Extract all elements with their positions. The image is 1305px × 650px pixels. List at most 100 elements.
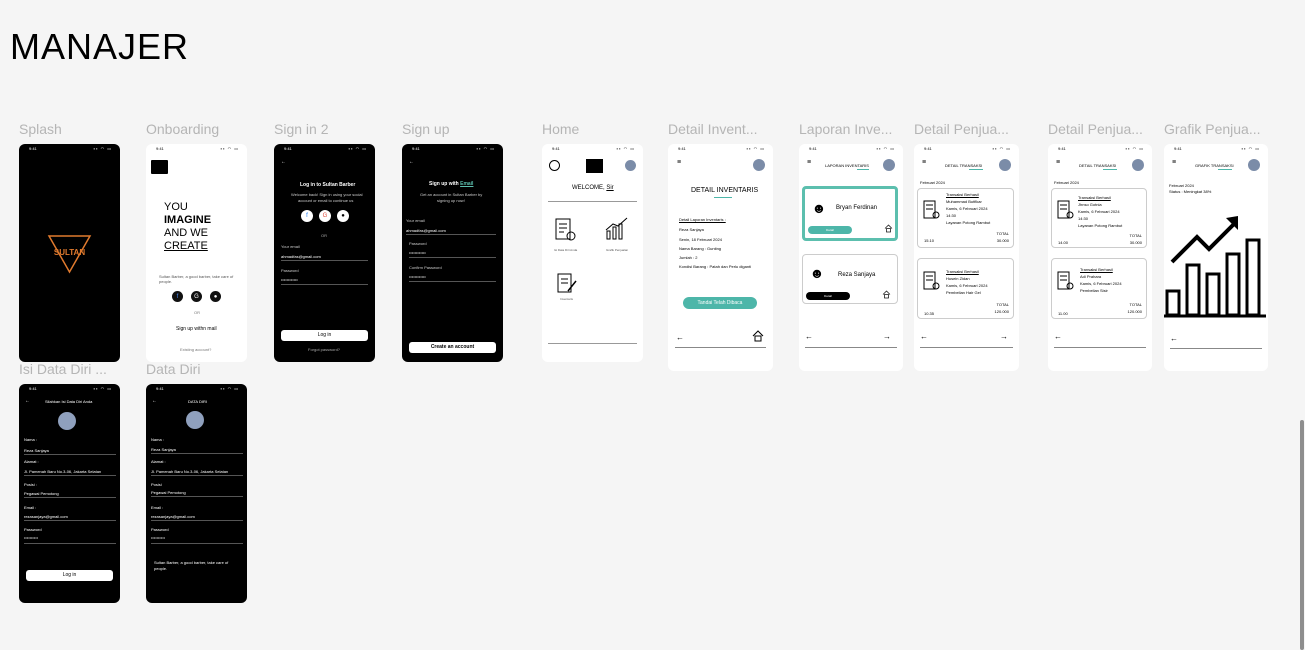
logo-badge (586, 159, 603, 173)
back-arrow-icon[interactable]: ← (805, 332, 813, 341)
existing-account-link[interactable]: Existing account? (180, 347, 211, 352)
transaction-card[interactable]: Transaksi Berhasil Husein Zidan Kamis, 6… (917, 258, 1014, 319)
tx-time: 10.35 (924, 311, 935, 316)
facebook-icon[interactable]: f (301, 210, 313, 222)
growth-chart-icon[interactable] (604, 216, 630, 242)
back-arrow-icon[interactable]: ← (1054, 332, 1062, 341)
laporan-card-2[interactable]: ☻ Reza Sanjaya Detail (802, 254, 898, 304)
back-arrow-icon[interactable]: ← (25, 398, 30, 404)
signup-email-link[interactable]: Email (460, 181, 473, 187)
forgot-password-link[interactable]: Forgot password? (308, 347, 340, 352)
transaction-card[interactable]: Transaksi Berhasil Jhnso Gotnia Kamis, 6… (1051, 188, 1147, 248)
google-icon[interactable]: G (191, 291, 202, 302)
status-icons: ▪▪ ◠ ▭ (1125, 146, 1144, 151)
apple-icon[interactable]: ● (210, 291, 221, 302)
status-icons: ▪▪ ◠ ▭ (93, 386, 112, 391)
tx-total-label: TOTAL (996, 231, 1009, 236)
data-diri-frame[interactable]: 9:41 ▪▪ ◠ ▭ ← DATA DIRI Nama : Reza Sanja… (146, 384, 247, 603)
back-arrow-icon[interactable]: ← (409, 159, 414, 165)
hamburger-menu-icon[interactable]: ≡ (677, 159, 681, 166)
alamat-field[interactable]: Jl. Pamenah Baru No.3-06, Jakarta Selata… (24, 469, 101, 474)
home-icon[interactable] (884, 224, 893, 233)
isi-data-frame[interactable]: 9:41 ▪▪ ◠ ▭ ← Silahkan Isi Data Diri Anda… (19, 384, 120, 603)
laporan-frame[interactable]: 9:41 ▪▪ ◠ ▭ ≡ LAPORAN INVENTARIS ☻ Bryan … (799, 144, 903, 371)
avatar[interactable] (58, 412, 76, 430)
tx-amount: 30.000 (1129, 240, 1142, 245)
penjualan-1-frame[interactable]: 9:41 ▪▪ ◠ ▭ ≡ DETAIL TRANSAKSI Februari 2… (914, 144, 1019, 371)
avatar[interactable] (625, 160, 636, 171)
google-icon[interactable]: G (319, 210, 331, 222)
detail-button[interactable]: Detail (808, 226, 852, 234)
password-field[interactable]: •••••••••• (24, 535, 38, 540)
detail-button[interactable]: Detail (806, 292, 850, 300)
clipboard-pen-icon[interactable] (556, 271, 578, 295)
menu-label-isi-data: Isi Data Diri Anda (554, 248, 578, 252)
avatar[interactable] (186, 411, 204, 429)
forward-arrow-icon[interactable]: → (1000, 332, 1008, 341)
back-arrow-icon[interactable]: ← (152, 398, 157, 404)
splash-frame[interactable]: 9:41 ▪▪ ◠ ▭ SULTAN (19, 144, 120, 362)
avatar[interactable] (1248, 159, 1260, 171)
sultan-logo-icon: SULTAN (47, 235, 92, 274)
onboarding-frame[interactable]: 9:41 ▪▪ ◠ ▭ YOU IMAGINE AND WE CREATE Sul… (146, 144, 247, 362)
confirm-underline (409, 281, 496, 282)
status-time: 9:41 (1174, 146, 1182, 151)
nama-field[interactable]: Reza Sanjaya (24, 448, 49, 453)
apple-icon[interactable]: ● (337, 210, 349, 222)
hamburger-menu-icon[interactable]: ≡ (807, 159, 811, 166)
transaction-card[interactable]: Transaksi Berhasil Adi Prahara Kamis, 6 … (1051, 258, 1147, 319)
email-underline (281, 260, 368, 261)
avatar[interactable] (753, 159, 765, 171)
tx-amount: 120.000 (994, 309, 1009, 314)
back-arrow-icon[interactable]: ← (281, 159, 286, 165)
back-arrow-icon[interactable]: ← (676, 333, 684, 342)
tx-name: Husein Zidan (946, 276, 970, 281)
laporan-card-1[interactable]: ☻ Bryan Ferdinan Detail (802, 186, 898, 241)
status-bar: 9:41 ▪▪ ◠ ▭ (799, 146, 903, 152)
divider (548, 343, 637, 344)
field-underline (151, 453, 243, 454)
receipt-icon (923, 200, 940, 219)
password-value: •••••••••• (151, 535, 166, 540)
email-field[interactable]: ahmadfas@gmail.com (281, 254, 321, 259)
create-account-button[interactable]: Create an account (409, 342, 496, 353)
hamburger-menu-icon[interactable]: ≡ (1056, 159, 1060, 166)
detail-inventaris-frame[interactable]: 9:41 ▪▪ ◠ ▭ ≡ DETAIL INVENTARIS Detail La… (668, 144, 773, 371)
page-scrollbar[interactable] (1300, 420, 1304, 650)
forward-arrow-icon[interactable]: → (883, 332, 891, 341)
hamburger-menu-icon[interactable]: ≡ (922, 159, 926, 166)
home-icon[interactable] (752, 330, 764, 342)
signup-mail-link[interactable]: Sign up withn mail (176, 326, 217, 332)
home-icon[interactable] (882, 290, 891, 299)
detail-inv-barang: Nama Barang : Gunting (679, 246, 722, 251)
menu-circle-icon[interactable] (549, 160, 560, 171)
login-button[interactable]: Log in (281, 330, 368, 341)
hamburger-menu-icon[interactable]: ≡ (1172, 159, 1176, 166)
penjualan-2-frame[interactable]: 9:41 ▪▪ ◠ ▭ ≡ DETAIL TRANSAKSI Februari 2… (1048, 144, 1152, 371)
posisi-value: Pegawai Pemotong (151, 490, 186, 495)
email-field[interactable]: ahmadfas@gmail.com (406, 228, 446, 233)
avatar[interactable] (1132, 159, 1144, 171)
status-bar: 9:41 ▪▪ ◠ ▭ (914, 146, 1019, 152)
email-value: rezasanjaya@gmail.com (151, 514, 195, 519)
password-field[interactable]: •••••••••••• (409, 250, 426, 255)
form-document-icon[interactable] (554, 217, 576, 243)
tx-date: Kamis, 6 Februari 2024 (1078, 209, 1120, 214)
login-button[interactable]: Log in (26, 570, 113, 581)
facebook-icon[interactable]: f (172, 291, 183, 302)
back-arrow-icon[interactable]: ← (920, 332, 928, 341)
mark-read-button[interactable]: Tandai Telah Dibaca (683, 297, 757, 309)
avatar[interactable] (999, 159, 1011, 171)
status-time: 9:41 (284, 146, 292, 151)
password-field[interactable]: •••••••••••• (281, 277, 298, 282)
signin-frame[interactable]: 9:41 ▪▪ ◠ ▭ ← Log in to Sultan Barber Wel… (274, 144, 375, 362)
signup-frame[interactable]: 9:41 ▪▪ ◠ ▭ ← Sign up with Email Get an a… (402, 144, 503, 362)
back-arrow-icon[interactable]: ← (1170, 334, 1178, 343)
avatar[interactable] (883, 159, 895, 171)
home-frame[interactable]: 9:41 ▪▪ ◠ ▭ WELCOME, Sir Isi Data Diri An… (542, 144, 643, 362)
confirm-password-field[interactable]: •••••••••••• (409, 274, 426, 279)
email-field[interactable]: rezasanjaya@gmail.com (24, 514, 68, 519)
grafik-frame[interactable]: 9:41 ▪▪ ◠ ▭ ≡ GRAFIK TRANSAKSI Februari 2… (1164, 144, 1268, 371)
posisi-field[interactable]: Pegawai Pemotong (24, 491, 59, 496)
transaction-card[interactable]: Transaksi Berhasil Muhammad Butfikar Kam… (917, 188, 1014, 248)
